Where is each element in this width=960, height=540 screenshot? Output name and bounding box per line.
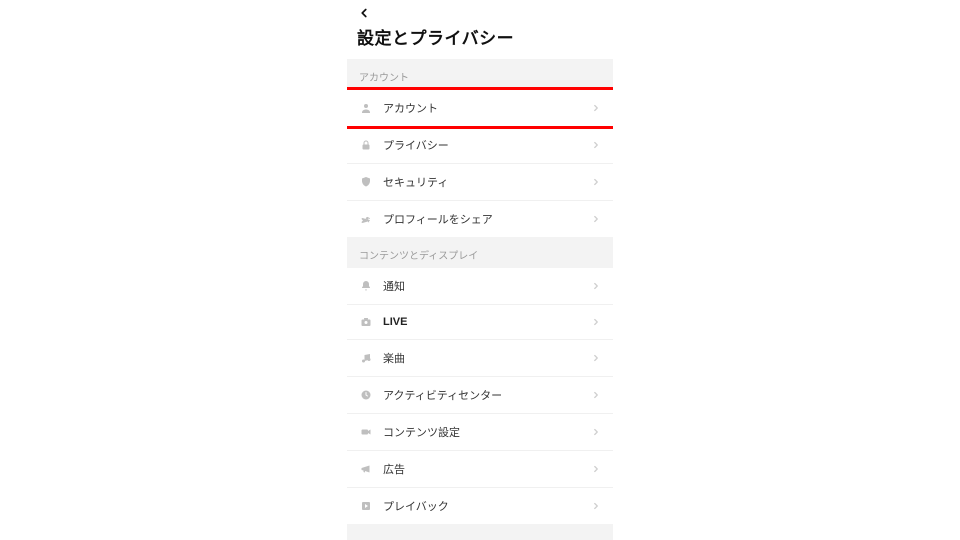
row-live[interactable]: LIVE [347, 304, 613, 339]
chevron-right-icon [591, 214, 601, 224]
row-notifications[interactable]: 通知 [347, 268, 613, 304]
play-icon [359, 499, 373, 513]
chevron-right-icon [591, 390, 601, 400]
chevron-right-icon [591, 317, 601, 327]
header: 設定とプライバシー [347, 0, 613, 59]
row-label: アカウント [383, 100, 581, 116]
row-label: アクティビティセンター [383, 387, 581, 403]
page-title: 設定とプライバシー [357, 24, 603, 49]
row-playback[interactable]: プレイバック [347, 487, 613, 524]
row-music[interactable]: 楽曲 [347, 339, 613, 376]
account-list: アカウント プライバシー セキュリティ [347, 90, 613, 237]
row-label: 通知 [383, 278, 581, 294]
shield-icon [359, 175, 373, 189]
settings-screen: 設定とプライバシー アカウント アカウント プライバシー [347, 0, 613, 540]
camera-icon [359, 315, 373, 329]
row-label: プロフィールをシェア [383, 211, 581, 227]
row-label: プレイバック [383, 498, 581, 514]
megaphone-icon [359, 462, 373, 476]
lock-icon [359, 138, 373, 152]
row-content-settings[interactable]: コンテンツ設定 [347, 413, 613, 450]
chevron-right-icon [591, 103, 601, 113]
chevron-right-icon [591, 464, 601, 474]
row-label: コンテンツ設定 [383, 424, 581, 440]
chevron-right-icon [591, 501, 601, 511]
chevron-left-icon [357, 6, 371, 20]
section-label-account: アカウント [347, 59, 613, 90]
row-label: プライバシー [383, 137, 581, 153]
row-privacy[interactable]: プライバシー [347, 126, 613, 163]
chevron-right-icon [591, 140, 601, 150]
row-account[interactable]: アカウント [347, 90, 613, 126]
row-label: LIVE [383, 316, 581, 328]
row-ads[interactable]: 広告 [347, 450, 613, 487]
content-list: 通知 LIVE 楽曲 [347, 268, 613, 524]
row-label: 楽曲 [383, 350, 581, 366]
clock-icon [359, 388, 373, 402]
row-security[interactable]: セキュリティ [347, 163, 613, 200]
row-share-profile[interactable]: プロフィールをシェア [347, 200, 613, 237]
chevron-right-icon [591, 281, 601, 291]
chevron-right-icon [591, 427, 601, 437]
row-activity-center[interactable]: アクティビティセンター [347, 376, 613, 413]
bell-icon [359, 279, 373, 293]
chevron-right-icon [591, 353, 601, 363]
section-label-content: コンテンツとディスプレイ [347, 237, 613, 268]
video-icon [359, 425, 373, 439]
person-icon [359, 101, 373, 115]
share-icon [359, 212, 373, 226]
music-note-icon [359, 351, 373, 365]
chevron-right-icon [591, 177, 601, 187]
row-label: セキュリティ [383, 174, 581, 190]
back-button[interactable] [357, 4, 603, 24]
row-label: 広告 [383, 461, 581, 477]
